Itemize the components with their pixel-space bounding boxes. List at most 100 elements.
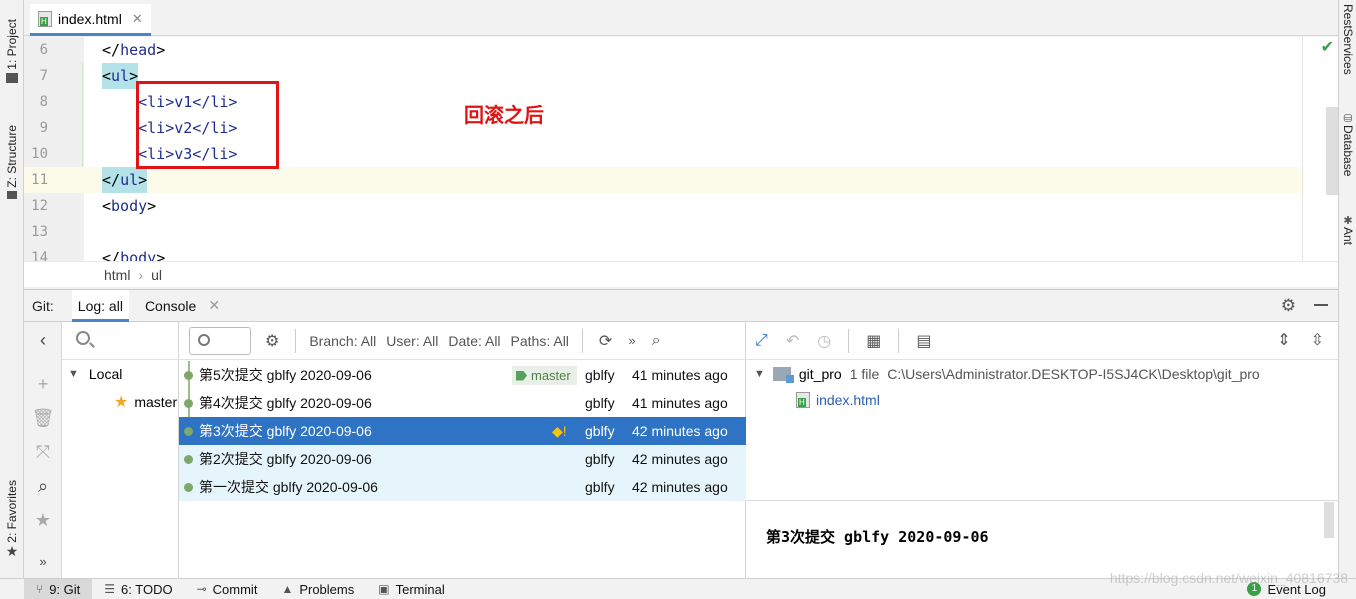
close-console-icon[interactable]: ✕ <box>208 297 220 314</box>
commit-dot <box>184 455 193 464</box>
git-branch-icon: ⑂ <box>36 582 44 596</box>
details-scrollbar[interactable] <box>1324 502 1334 538</box>
branch-group-local[interactable]: ▼ Local <box>68 366 122 382</box>
git-left-toolbar: ‹ + 🗑 ⤧ ⌕ ★ » <box>24 322 62 578</box>
search-icon[interactable]: ⌕ <box>652 332 661 350</box>
editor-scrollbar[interactable] <box>1326 107 1338 195</box>
commit-author: gblfy <box>585 479 615 495</box>
inspection-ok-icon: ✔ <box>1320 39 1334 56</box>
expand-all-icon[interactable]: ⇕ <box>1277 330 1290 350</box>
branch-tag: master <box>512 366 577 385</box>
repo-folder-icon <box>772 367 794 383</box>
layout-icon[interactable]: ▤ <box>916 331 931 351</box>
commit-row[interactable]: 第5次提交 gblfy 2020-09-06 master gblfy 41 m… <box>179 361 746 389</box>
rest-services-label: RestServices <box>1341 4 1355 75</box>
changed-file[interactable]: index.html <box>796 392 880 408</box>
more-icon[interactable]: » <box>24 554 62 569</box>
commit-details-panel: ⤢ ↶ ◷ ▦ ▤ ⇕ ⇳ ▼ git_pro 1 file C:\Users\… <box>746 322 1338 578</box>
toolbar-separator <box>848 328 850 353</box>
tab-console[interactable]: Console <box>139 290 202 322</box>
folder-icon <box>6 73 18 84</box>
delete-icon[interactable]: 🗑 <box>24 408 62 429</box>
favorite-icon[interactable]: ★ <box>24 510 62 531</box>
editor-tab-index-html[interactable]: index.html ✕ <box>30 4 151 36</box>
commit-author: gblfy <box>585 423 615 439</box>
star-icon: ★ <box>114 394 129 411</box>
project-tab-label: 1: Project <box>5 18 19 70</box>
log-search-input[interactable] <box>189 326 251 355</box>
line-number: 13 <box>31 224 48 240</box>
commit-time: 42 minutes ago <box>632 423 728 439</box>
git-tool-label: 9: Git <box>49 581 81 597</box>
ide-window: 1: Project Z: Structure 2: Favorites ★ R… <box>0 0 1356 599</box>
commit-dot <box>184 427 193 436</box>
project-tool-tab[interactable]: 1: Project <box>0 6 24 96</box>
terminal-tool-button[interactable]: ▣ Terminal <box>366 579 456 599</box>
group-by-icon[interactable]: ▦ <box>866 331 881 351</box>
close-tab-icon[interactable]: ✕ <box>132 11 143 27</box>
code-editor[interactable]: 6 </head> 7 <ul> 8 <li>v1</li> 9 <li>v2<… <box>24 37 1338 261</box>
html-file-icon <box>796 392 810 408</box>
code-line: 6 </head> <box>24 37 1304 63</box>
commit-details-title: 第3次提交 gblfy 2020-09-06 <box>766 528 989 546</box>
tab-log-all[interactable]: Log: all <box>71 289 129 322</box>
paths-filter[interactable]: Paths: All <box>511 333 569 349</box>
collapse-icon[interactable]: ‹ <box>24 330 62 351</box>
repo-path: C:\Users\Administrator.DESKTOP-I5SJ4CK\D… <box>887 366 1260 382</box>
branch-search[interactable] <box>62 322 179 360</box>
structure-tab-label: Z: Structure <box>5 124 19 188</box>
history-icon[interactable]: ◷ <box>817 331 831 351</box>
breadcrumb-ul[interactable]: ul <box>151 267 162 283</box>
more-icon[interactable]: » <box>628 333 635 348</box>
line-number: 7 <box>39 68 48 84</box>
line-number: 8 <box>39 94 48 110</box>
html-file-icon <box>38 10 52 27</box>
revert-icon[interactable]: ↶ <box>786 331 799 351</box>
git-tool-button[interactable]: ⑂ 9: Git <box>24 578 93 599</box>
database-tab[interactable]: ⛁ Database <box>1339 112 1356 176</box>
line-number: 14 <box>31 250 48 261</box>
branch-filter[interactable]: Branch: All <box>309 333 376 349</box>
branch-master[interactable]: ★ master <box>114 392 177 412</box>
commit-message: 第4次提交 gblfy 2020-09-06 <box>199 395 372 411</box>
commit-icon: ⊸ <box>196 582 207 596</box>
tag-icon: ◆! <box>552 423 567 439</box>
commit-row[interactable]: 第2次提交 gblfy 2020-09-06 gblfy 42 minutes … <box>179 445 746 473</box>
refresh-icon[interactable]: ⟳ <box>599 331 612 351</box>
code-text: <ul> <box>102 63 139 89</box>
date-filter[interactable]: Date: All <box>448 333 500 349</box>
structure-tool-tab[interactable]: Z: Structure <box>0 112 24 212</box>
user-filter[interactable]: User: All <box>386 333 438 349</box>
git-label: Git: <box>32 297 54 314</box>
add-icon[interactable]: + <box>24 374 62 395</box>
git-tool-header: Git: Log: all Console ✕ ⚙ <box>24 289 1338 322</box>
problems-tool-button[interactable]: ▲ Problems <box>269 579 366 599</box>
changed-file-name: index.html <box>816 392 880 408</box>
commit-message: 第2次提交 gblfy 2020-09-06 <box>199 451 372 467</box>
commit-tool-button[interactable]: ⊸ Commit <box>185 579 270 599</box>
favorites-tool-tab[interactable]: 2: Favorites ★ <box>0 472 24 568</box>
code-line: 14 </body> <box>24 245 1304 261</box>
commit-row[interactable]: 第一次提交 gblfy 2020-09-06 gblfy 42 minutes … <box>179 473 746 501</box>
changed-files-root[interactable]: ▼ git_pro 1 file C:\Users\Administrator.… <box>754 366 1260 383</box>
diff-icon[interactable]: ⤢ <box>755 332 768 350</box>
collapse-all-icon[interactable]: ⇳ <box>1311 330 1324 350</box>
merge-icon[interactable]: ⤧ <box>24 442 62 463</box>
breadcrumb-html[interactable]: html <box>104 267 130 283</box>
minimize-icon[interactable] <box>1314 304 1328 306</box>
ant-tab[interactable]: ✱ Ant <box>1339 214 1356 245</box>
code-text: <body> <box>102 197 157 215</box>
commit-row[interactable]: 第4次提交 gblfy 2020-09-06 gblfy 41 minutes … <box>179 389 746 417</box>
rest-services-tab[interactable]: RestServices <box>1339 4 1356 75</box>
database-icon: ⛁ <box>1343 113 1353 125</box>
todo-tool-button[interactable]: ☰ 6: TODO <box>92 579 184 599</box>
branches-panel: ▼ Local ★ master <box>62 322 179 578</box>
search-icon[interactable]: ⌕ <box>24 476 62 497</box>
search-icon <box>198 333 210 346</box>
commit-row-selected[interactable]: 第3次提交 gblfy 2020-09-06 ◆! gblfy 42 minut… <box>179 417 746 445</box>
settings-icon[interactable]: ⚙ <box>265 331 279 351</box>
gear-icon[interactable]: ⚙ <box>1281 296 1296 316</box>
warning-icon: ▲ <box>281 582 294 596</box>
chevron-right-icon: › <box>138 266 144 283</box>
right-tool-strip: RestServices ⛁ Database ✱ Ant <box>1338 0 1356 578</box>
